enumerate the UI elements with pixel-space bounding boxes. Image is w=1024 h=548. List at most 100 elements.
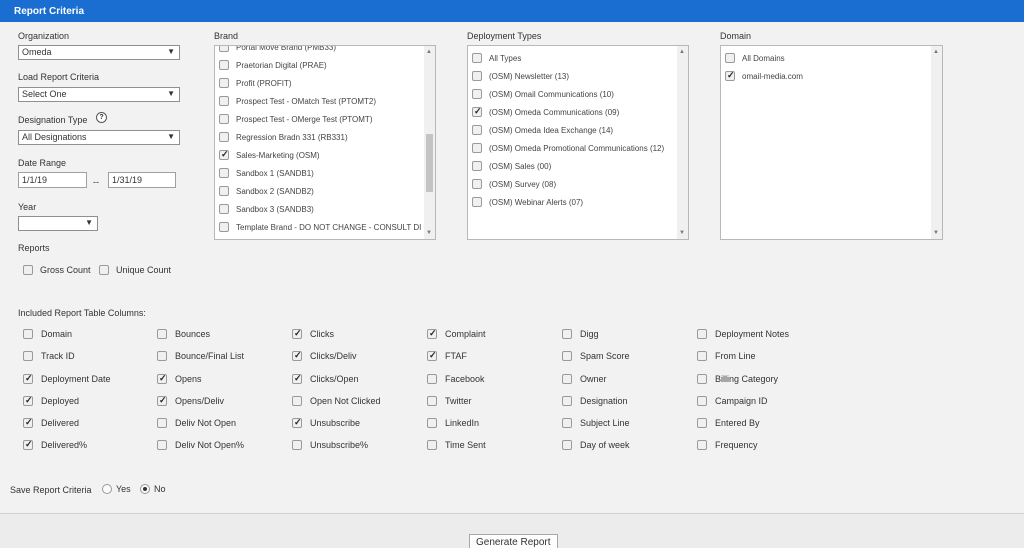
column-option-designation[interactable]: Designation (562, 394, 628, 408)
scroll-down-icon[interactable]: ▼ (679, 230, 685, 236)
brand-scrollbar[interactable]: ▲ ▼ (424, 46, 435, 239)
checkbox[interactable] (292, 328, 302, 339)
end-date-input[interactable]: 1/31/19 (108, 172, 176, 188)
checkbox[interactable] (219, 186, 229, 196)
column-option-clicks[interactable]: Clicks (292, 327, 334, 341)
column-option-from-line[interactable]: From Line (697, 349, 756, 363)
deployment-scrollbar[interactable]: ▲ ▼ (677, 46, 688, 239)
save-yes-option[interactable]: Yes (102, 482, 131, 496)
domain-item[interactable]: omail-media.com (725, 67, 803, 85)
scroll-up-icon[interactable]: ▲ (679, 49, 685, 55)
column-option-deliv-not-open[interactable]: Deliv Not Open (157, 416, 236, 430)
column-option-day-of-week[interactable]: Day of week (562, 438, 630, 452)
start-date-input[interactable]: 1/1/19 (18, 172, 87, 188)
checkbox[interactable] (157, 418, 167, 428)
column-option-opens[interactable]: Opens (157, 372, 202, 386)
checkbox[interactable] (697, 418, 707, 428)
designation-type-select[interactable]: All Designations ▼ (18, 130, 180, 145)
deployment-type-item[interactable]: (OSM) Newsletter (13) (472, 67, 569, 85)
checkbox[interactable] (157, 395, 167, 406)
column-option-ftaf[interactable]: FTAF (427, 349, 467, 363)
checkbox[interactable] (427, 396, 437, 406)
column-option-spam-score[interactable]: Spam Score (562, 349, 630, 363)
checkbox[interactable] (219, 96, 229, 106)
scroll-down-icon[interactable]: ▼ (426, 230, 432, 236)
checkbox[interactable] (472, 125, 482, 135)
brand-item[interactable]: Sandbox 1 (SANDB1) (219, 164, 314, 182)
checkbox[interactable] (427, 350, 437, 361)
checkbox[interactable] (562, 418, 572, 428)
checkbox[interactable] (157, 373, 167, 384)
checkbox[interactable] (219, 204, 229, 214)
checkbox[interactable] (157, 351, 167, 361)
domain-listbox[interactable]: ▲ ▼ All Domains omail-media.com (720, 45, 943, 240)
checkbox[interactable] (23, 439, 33, 450)
column-option-bounces[interactable]: Bounces (157, 327, 210, 341)
brand-item[interactable]: Regression Bradn 331 (RB331) (219, 128, 348, 146)
column-option-open-not-clicked[interactable]: Open Not Clicked (292, 394, 381, 408)
column-option-clicks-deliv[interactable]: Clicks/Deliv (292, 349, 357, 363)
column-option-delivered[interactable]: Delivered% (23, 438, 87, 452)
column-option-domain[interactable]: Domain (23, 327, 72, 341)
brand-item[interactable]: Prospect Test - OMerge Test (PTOMT) (219, 110, 372, 128)
column-option-clicks-open[interactable]: Clicks/Open (292, 372, 359, 386)
column-option-opens-deliv[interactable]: Opens/Deliv (157, 394, 224, 408)
checkbox[interactable] (292, 373, 302, 384)
deployment-type-item[interactable]: (OSM) Omeda Idea Exchange (14) (472, 121, 613, 139)
scroll-up-icon[interactable]: ▲ (426, 49, 432, 55)
deployment-type-item[interactable]: (OSM) Webinar Alerts (07) (472, 193, 583, 211)
scroll-up-icon[interactable]: ▲ (933, 49, 939, 55)
column-option-linkedin[interactable]: LinkedIn (427, 416, 479, 430)
brand-item[interactable]: Prospect Test - OMatch Test (PTOMT2) (219, 92, 376, 110)
brand-listbox[interactable]: ▲ ▼ Portal Move Brand (PMB33) Praetorian … (214, 45, 436, 240)
checkbox[interactable] (697, 440, 707, 450)
checkbox[interactable] (23, 265, 33, 275)
brand-item[interactable]: Portal Move Brand (PMB33) (219, 46, 336, 56)
column-option-owner[interactable]: Owner (562, 372, 607, 386)
checkbox[interactable] (292, 396, 302, 406)
checkbox[interactable] (725, 70, 735, 81)
column-option-unsubscribe[interactable]: Unsubscribe% (292, 438, 368, 452)
column-option-deliv-not-open[interactable]: Deliv Not Open% (157, 438, 244, 452)
checkbox[interactable] (562, 396, 572, 406)
checkbox[interactable] (219, 78, 229, 88)
column-option-digg[interactable]: Digg (562, 327, 599, 341)
column-option-billing-category[interactable]: Billing Category (697, 372, 778, 386)
checkbox[interactable] (472, 89, 482, 99)
checkbox[interactable] (219, 46, 229, 52)
checkbox[interactable] (23, 417, 33, 428)
checkbox[interactable] (23, 329, 33, 339)
brand-item[interactable]: Template Brand - DO NOT CHANGE - CONSULT… (219, 218, 421, 236)
checkbox[interactable] (472, 179, 482, 189)
brand-item[interactable]: Profit (PROFIT) (219, 74, 292, 92)
checkbox[interactable] (219, 222, 229, 232)
domain-item[interactable]: All Domains (725, 49, 785, 67)
checkbox[interactable] (157, 440, 167, 450)
column-option-deployment-notes[interactable]: Deployment Notes (697, 327, 789, 341)
checkbox[interactable] (562, 329, 572, 339)
checkbox[interactable] (472, 71, 482, 81)
scroll-down-icon[interactable]: ▼ (933, 230, 939, 236)
column-option-deployment-date[interactable]: Deployment Date (23, 372, 111, 386)
brand-item[interactable]: Praetorian Digital (PRAE) (219, 56, 327, 74)
generate-report-button[interactable]: Generate Report (469, 534, 558, 548)
deployment-type-item[interactable]: (OSM) Omeda Communications (09) (472, 103, 619, 121)
checkbox[interactable] (292, 350, 302, 361)
save-no-option[interactable]: No (140, 482, 166, 496)
checkbox[interactable] (562, 351, 572, 361)
checkbox[interactable] (292, 417, 302, 428)
brand-item[interactable]: Sandbox 3 (SANDB3) (219, 200, 314, 218)
column-option-twitter[interactable]: Twitter (427, 394, 472, 408)
checkbox[interactable] (219, 114, 229, 124)
checkbox[interactable] (562, 440, 572, 450)
unique-count-option[interactable]: Unique Count (99, 263, 171, 277)
column-option-frequency[interactable]: Frequency (697, 438, 758, 452)
checkbox[interactable] (219, 132, 229, 142)
column-option-entered-by[interactable]: Entered By (697, 416, 760, 430)
load-criteria-select[interactable]: Select One ▼ (18, 87, 180, 102)
column-option-bounce-final-list[interactable]: Bounce/Final List (157, 349, 244, 363)
checkbox[interactable] (472, 161, 482, 171)
column-option-track-id[interactable]: Track ID (23, 349, 75, 363)
brand-item[interactable]: Sales-Marketing (OSM) (219, 146, 320, 164)
organization-select[interactable]: Omeda ▼ (18, 45, 180, 60)
